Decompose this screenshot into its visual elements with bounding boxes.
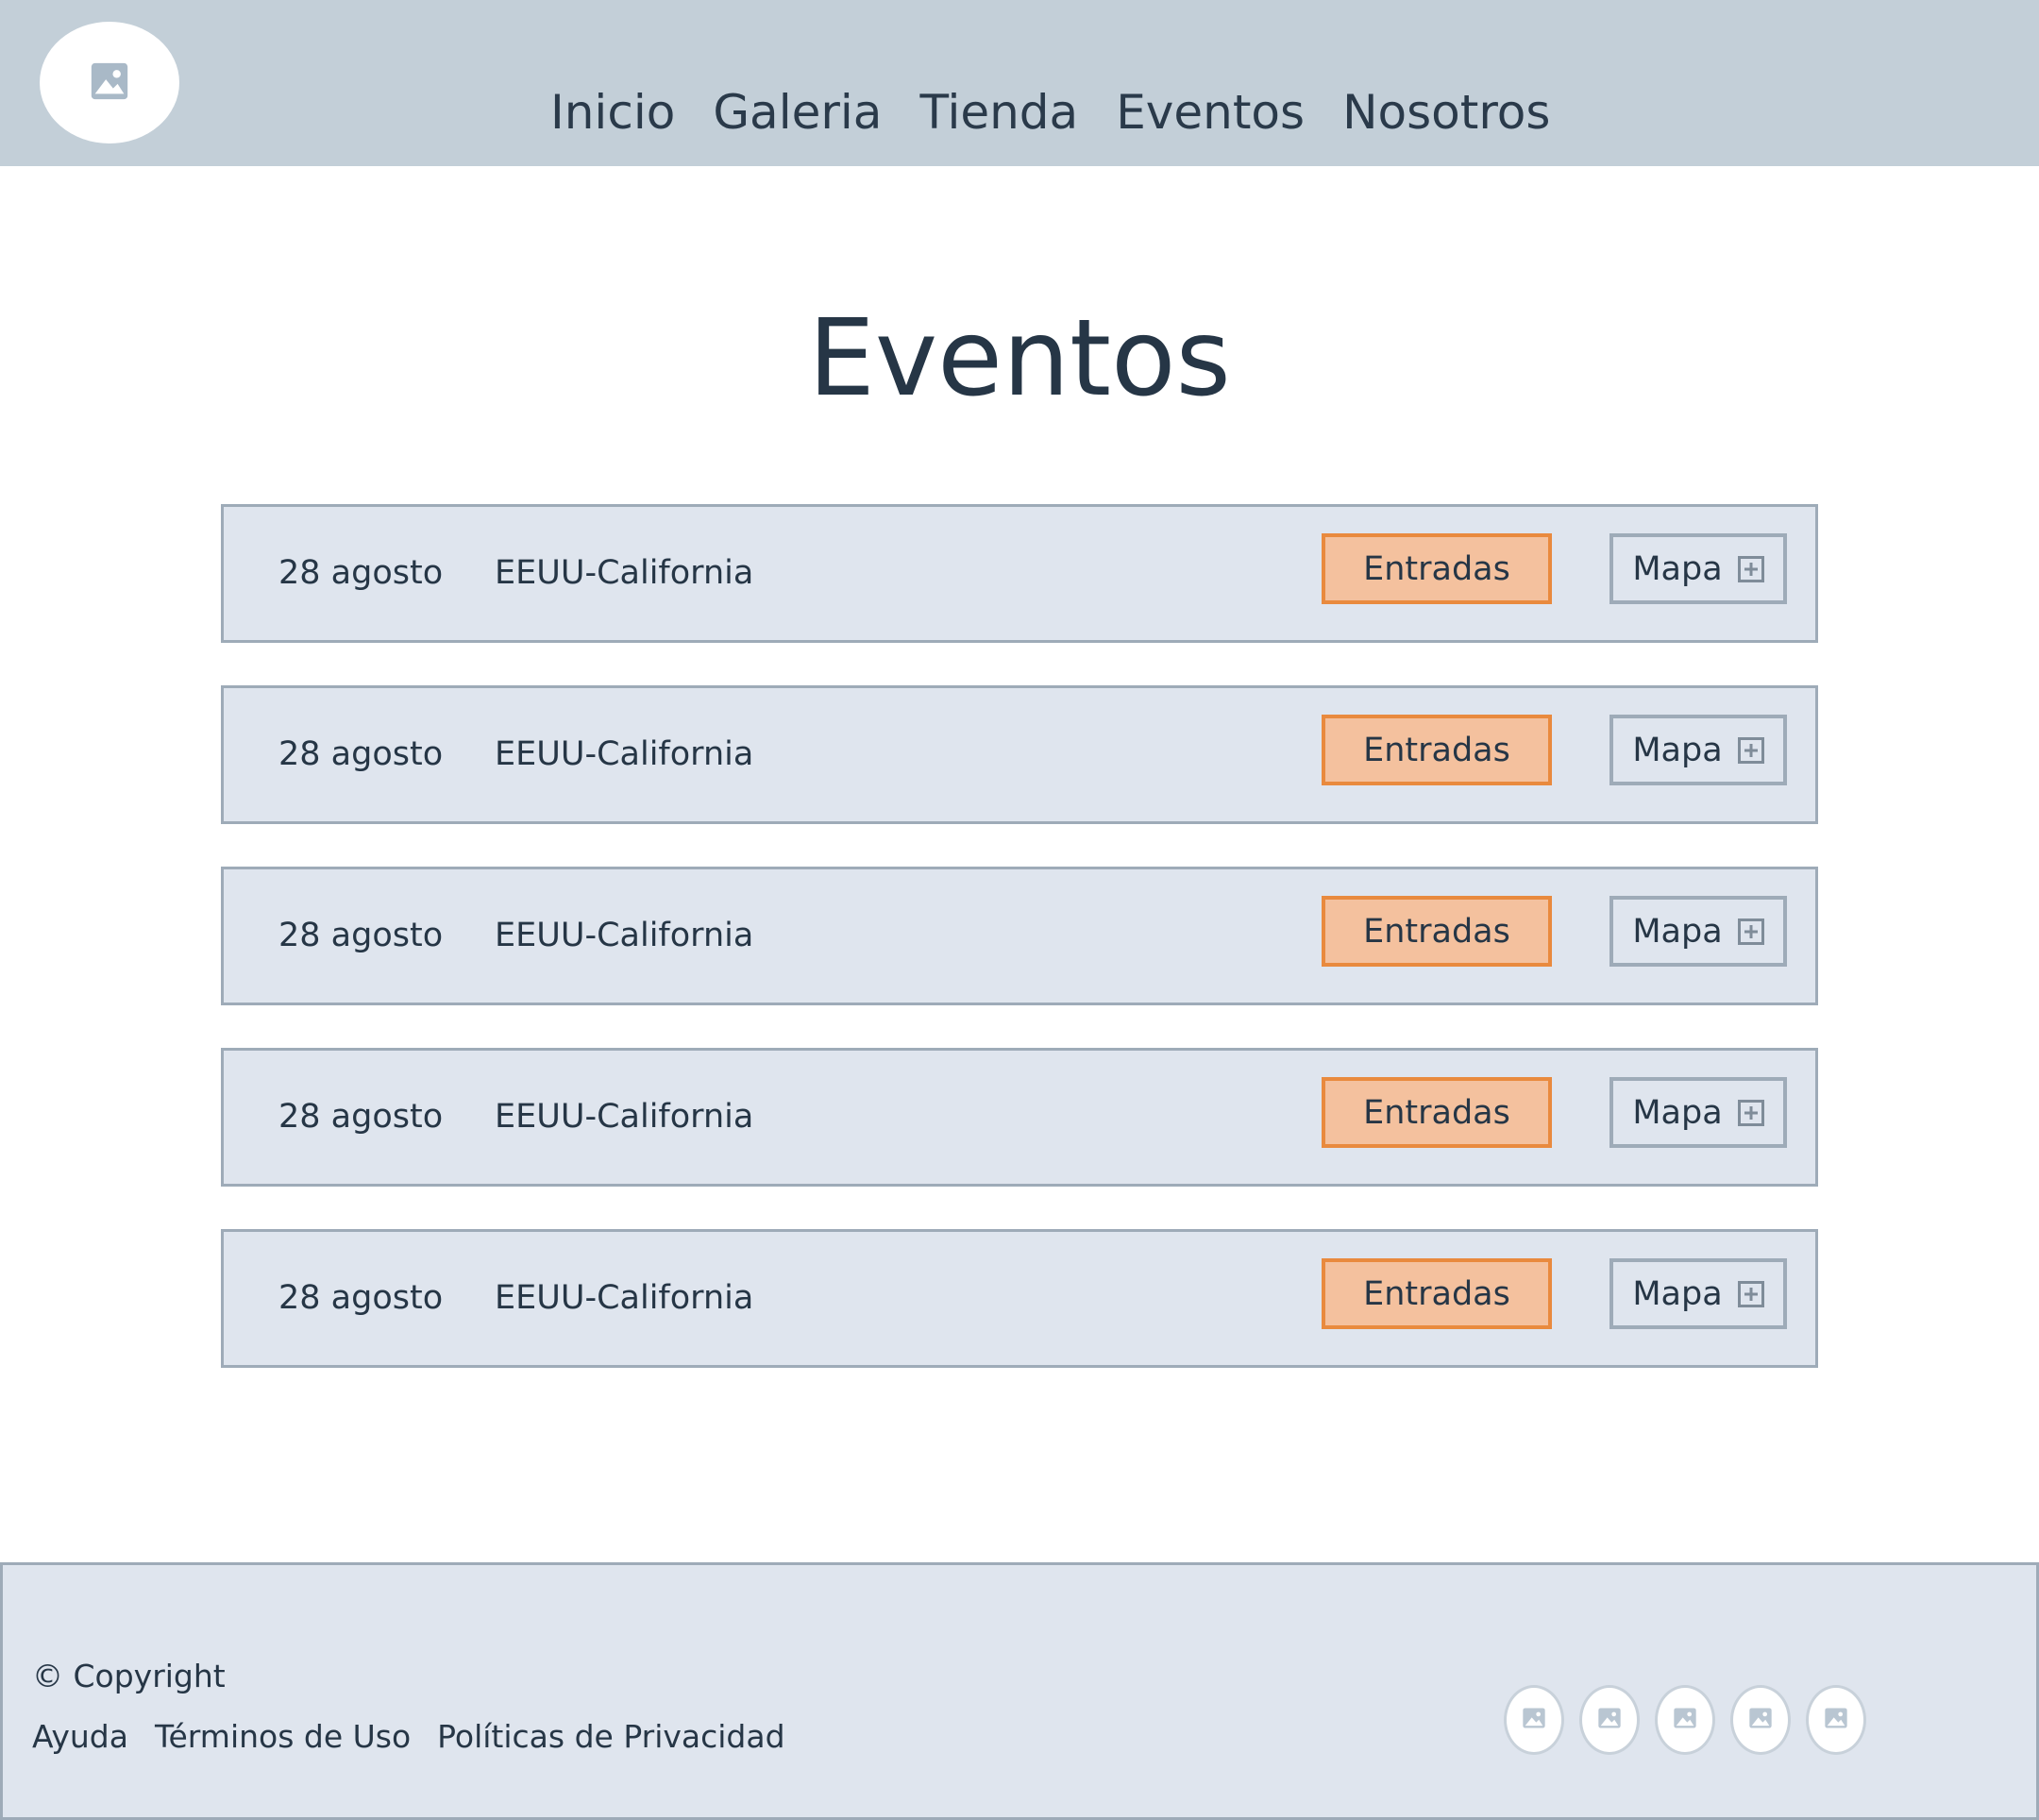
map-button[interactable]: Mapa: [1609, 533, 1787, 604]
image-placeholder-icon: [1596, 1705, 1623, 1735]
image-placeholder-icon: [1521, 1705, 1547, 1735]
image-placeholder-icon: [1747, 1705, 1774, 1735]
map-button-label: Mapa: [1632, 549, 1723, 588]
image-placeholder-icon: [1672, 1705, 1698, 1735]
image-placeholder-icon: [1823, 1705, 1849, 1735]
plus-box-icon: [1737, 1280, 1764, 1307]
main-nav: Inicio Galeria Tienda Eventos Nosotros: [550, 79, 1550, 145]
social-link[interactable]: [1579, 1685, 1640, 1755]
event-date: 28 agosto: [278, 735, 444, 773]
footer-link-privacidad[interactable]: Políticas de Privacidad: [437, 1716, 784, 1758]
map-button-label: Mapa: [1632, 912, 1723, 951]
event-location: EEUU-California: [495, 917, 754, 954]
event-location: EEUU-California: [495, 554, 754, 592]
copyright-text: © Copyright: [32, 1658, 226, 1694]
event-date: 28 agosto: [278, 917, 444, 954]
logo[interactable]: [40, 22, 179, 143]
social-link[interactable]: [1806, 1685, 1866, 1755]
site-header: Inicio Galeria Tienda Eventos Nosotros: [0, 0, 2039, 166]
event-row: 28 agosto EEUU-California Entradas Mapa: [221, 504, 1818, 643]
event-location: EEUU-California: [495, 1279, 754, 1317]
image-placeholder-icon: [88, 59, 131, 107]
event-row: 28 agosto EEUU-California Entradas Mapa: [221, 867, 1818, 1005]
event-location: EEUU-California: [495, 735, 754, 773]
site-footer: © Copyright Ayuda Términos de Uso Políti…: [0, 1562, 2039, 1820]
tickets-button[interactable]: Entradas: [1322, 1077, 1552, 1148]
tickets-button[interactable]: Entradas: [1322, 1258, 1552, 1329]
map-button-label: Mapa: [1632, 1093, 1723, 1132]
nav-item-inicio[interactable]: Inicio: [550, 79, 675, 145]
event-row: 28 agosto EEUU-California Entradas Mapa: [221, 1229, 1818, 1368]
event-date: 28 agosto: [278, 1098, 444, 1136]
footer-link-terminos[interactable]: Términos de Uso: [155, 1716, 411, 1758]
plus-box-icon: [1737, 1099, 1764, 1126]
map-button[interactable]: Mapa: [1609, 1258, 1787, 1329]
map-button-label: Mapa: [1632, 731, 1723, 769]
nav-item-tienda[interactable]: Tienda: [919, 79, 1078, 145]
map-button[interactable]: Mapa: [1609, 896, 1787, 967]
event-row: 28 agosto EEUU-California Entradas Mapa: [221, 685, 1818, 824]
map-button-label: Mapa: [1632, 1274, 1723, 1313]
page-title: Eventos: [808, 297, 1231, 420]
event-date: 28 agosto: [278, 1279, 444, 1317]
map-button[interactable]: Mapa: [1609, 715, 1787, 785]
tickets-button[interactable]: Entradas: [1322, 896, 1552, 967]
event-date: 28 agosto: [278, 554, 444, 592]
nav-item-galeria[interactable]: Galeria: [713, 79, 882, 145]
social-link[interactable]: [1504, 1685, 1564, 1755]
event-list: 28 agosto EEUU-California Entradas Mapa …: [221, 504, 1818, 1410]
footer-link-ayuda[interactable]: Ayuda: [32, 1716, 128, 1758]
plus-box-icon: [1737, 918, 1764, 945]
social-link[interactable]: [1730, 1685, 1791, 1755]
tickets-button[interactable]: Entradas: [1322, 533, 1552, 604]
plus-box-icon: [1737, 555, 1764, 582]
social-link[interactable]: [1655, 1685, 1715, 1755]
footer-links: Ayuda Términos de Uso Políticas de Priva…: [32, 1716, 812, 1758]
plus-box-icon: [1737, 736, 1764, 764]
nav-item-eventos[interactable]: Eventos: [1116, 79, 1305, 145]
event-row: 28 agosto EEUU-California Entradas Mapa: [221, 1048, 1818, 1187]
event-location: EEUU-California: [495, 1098, 754, 1136]
map-button[interactable]: Mapa: [1609, 1077, 1787, 1148]
tickets-button[interactable]: Entradas: [1322, 715, 1552, 785]
nav-item-nosotros[interactable]: Nosotros: [1342, 79, 1550, 145]
social-icons: [1504, 1685, 1881, 1755]
